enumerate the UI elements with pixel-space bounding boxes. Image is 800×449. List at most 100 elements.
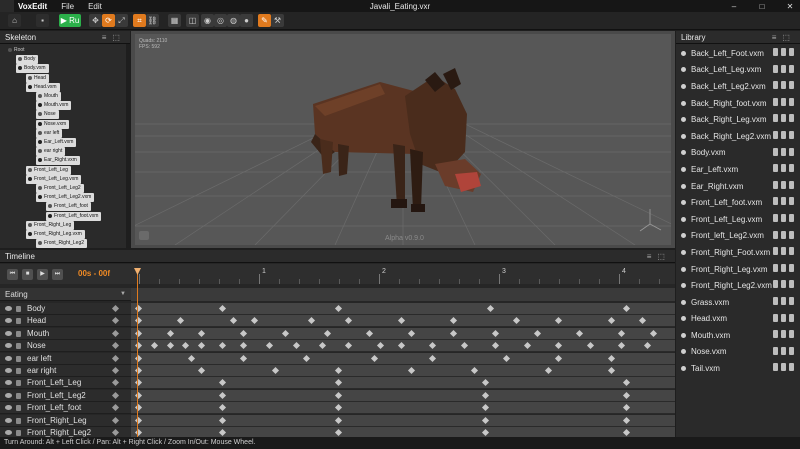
- eye-icon[interactable]: [5, 430, 12, 435]
- copy-icon[interactable]: [781, 114, 786, 123]
- copy-icon[interactable]: [781, 97, 786, 106]
- edit-icon[interactable]: [773, 247, 778, 256]
- delete-icon[interactable]: [789, 48, 794, 56]
- select-tool-icon[interactable]: ◫: [186, 14, 199, 27]
- edit-icon[interactable]: [773, 230, 778, 239]
- copy-icon[interactable]: [781, 280, 786, 289]
- skeleton-bone-node[interactable]: Root: [6, 46, 28, 55]
- keyframe-diamond[interactable]: [239, 329, 248, 337]
- edit-icon[interactable]: [773, 114, 778, 123]
- keyframe-diamond[interactable]: [481, 379, 489, 387]
- library-item[interactable]: Body.vxm: [676, 145, 800, 162]
- home-icon[interactable]: ⌂: [8, 14, 21, 27]
- library-item[interactable]: Front_Right_Leg.vxm: [676, 261, 800, 278]
- keyframe-diamond[interactable]: [239, 342, 248, 350]
- skeleton-bone-node[interactable]: Front_Left_foot: [46, 202, 91, 212]
- keyframe-diamond[interactable]: [491, 342, 500, 350]
- keyframe-diamond[interactable]: [229, 317, 237, 325]
- track-lane[interactable]: [131, 365, 675, 377]
- delete-icon[interactable]: [789, 280, 794, 289]
- keyframe-diamond[interactable]: [481, 404, 489, 412]
- keyframe-diamond[interactable]: [638, 317, 647, 325]
- add-keyframe-icon[interactable]: [111, 329, 120, 337]
- copy-icon[interactable]: [781, 313, 786, 322]
- keyframe-diamond[interactable]: [623, 391, 631, 399]
- keyframe-diamond[interactable]: [334, 404, 342, 412]
- keyframe-diamond[interactable]: [176, 317, 185, 325]
- copy-icon[interactable]: [781, 130, 786, 139]
- keyframe-diamond[interactable]: [308, 317, 316, 325]
- play-button[interactable]: ▶: [37, 269, 48, 280]
- viewport-canvas[interactable]: Quads: 2110 FPS: 592 Alpha v0.9.0: [135, 34, 671, 245]
- keyframe-diamond[interactable]: [371, 354, 379, 362]
- copy-icon[interactable]: [781, 81, 786, 90]
- delete-icon[interactable]: [789, 213, 794, 222]
- track-label[interactable]: Front_Left_Leg2: [0, 389, 131, 402]
- keyframe-diamond[interactable]: [334, 428, 342, 437]
- edit-icon[interactable]: [773, 147, 778, 156]
- skeleton-bone-node[interactable]: Front_Left_Leg: [26, 165, 71, 175]
- add-keyframe-icon[interactable]: [111, 428, 120, 437]
- move-tool-icon[interactable]: ✥: [89, 14, 102, 27]
- keyframe-diamond[interactable]: [150, 342, 158, 350]
- copy-icon[interactable]: [781, 296, 786, 305]
- keyframe-diamond[interactable]: [512, 317, 521, 325]
- delete-icon[interactable]: [789, 114, 794, 123]
- copy-icon[interactable]: [781, 230, 786, 239]
- keyframe-diamond[interactable]: [323, 329, 332, 337]
- edit-icon[interactable]: [773, 130, 778, 139]
- fill-tool-icon[interactable]: ◍: [227, 14, 240, 27]
- lock-icon[interactable]: [16, 405, 21, 412]
- eye-icon[interactable]: [5, 392, 12, 398]
- keyframe-diamond[interactable]: [649, 329, 657, 337]
- keyframe-diamond[interactable]: [460, 342, 468, 350]
- library-item[interactable]: Tail.vxm: [676, 360, 800, 377]
- track-lane[interactable]: [131, 315, 675, 328]
- edit-icon[interactable]: [773, 280, 778, 289]
- skeleton-scrollbar[interactable]: [126, 44, 130, 248]
- edit-icon[interactable]: [773, 296, 778, 305]
- library-item[interactable]: Ear_Left.vxm: [676, 161, 800, 178]
- keyframe-diamond[interactable]: [334, 366, 342, 375]
- keyframe-diamond[interactable]: [318, 342, 326, 350]
- track-lane[interactable]: [131, 414, 675, 427]
- delete-icon[interactable]: [789, 130, 794, 139]
- keyframe-diamond[interactable]: [344, 342, 353, 350]
- keyframe-diamond[interactable]: [544, 366, 552, 375]
- library-item[interactable]: Back_Left_Leg.vxm: [676, 62, 800, 79]
- skeleton-bone-node[interactable]: ear left: [36, 128, 63, 138]
- panel-menu-icon[interactable]: ≡⬚: [772, 31, 796, 44]
- keyframe-diamond[interactable]: [187, 354, 195, 362]
- keyframe-diamond[interactable]: [470, 366, 479, 375]
- edit-icon[interactable]: [773, 64, 778, 73]
- skeleton-bone-node[interactable]: Nose: [36, 110, 59, 120]
- skeleton-bone-node[interactable]: Front_Right_Leg2: [36, 239, 88, 248]
- keyframe-diamond[interactable]: [617, 329, 626, 337]
- delete-icon[interactable]: [789, 164, 794, 173]
- keyframe-diamond[interactable]: [481, 391, 489, 399]
- keyframe-diamond[interactable]: [334, 304, 342, 313]
- library-item[interactable]: Nose.vxm: [676, 344, 800, 361]
- sphere-tool-icon[interactable]: ●: [240, 14, 253, 27]
- keyframe-diamond[interactable]: [554, 354, 563, 362]
- play-toggle-button[interactable]: ▶ Ru: [59, 14, 81, 27]
- skeleton-file-node[interactable]: Head.vxm: [26, 82, 60, 92]
- keyframe-diamond[interactable]: [334, 391, 342, 399]
- track-lane[interactable]: [131, 377, 675, 390]
- eye-icon[interactable]: [5, 330, 12, 336]
- keyframe-diamond[interactable]: [218, 342, 227, 350]
- add-keyframe-icon[interactable]: [111, 317, 120, 325]
- keyframe-diamond[interactable]: [575, 329, 584, 337]
- add-keyframe-icon[interactable]: [111, 404, 120, 412]
- delete-icon[interactable]: [789, 64, 794, 73]
- keyframe-diamond[interactable]: [197, 366, 206, 375]
- add-keyframe-icon[interactable]: [111, 366, 120, 375]
- keyframe-diamond[interactable]: [166, 342, 174, 350]
- keyframe-diamond[interactable]: [218, 304, 227, 313]
- edit-icon[interactable]: [773, 180, 778, 189]
- delete-icon[interactable]: [789, 180, 794, 189]
- wand-tool-icon[interactable]: ✎: [258, 14, 271, 27]
- eye-icon[interactable]: [5, 380, 12, 386]
- add-keyframe-icon[interactable]: [111, 342, 120, 350]
- keyframe-diamond[interactable]: [182, 342, 190, 350]
